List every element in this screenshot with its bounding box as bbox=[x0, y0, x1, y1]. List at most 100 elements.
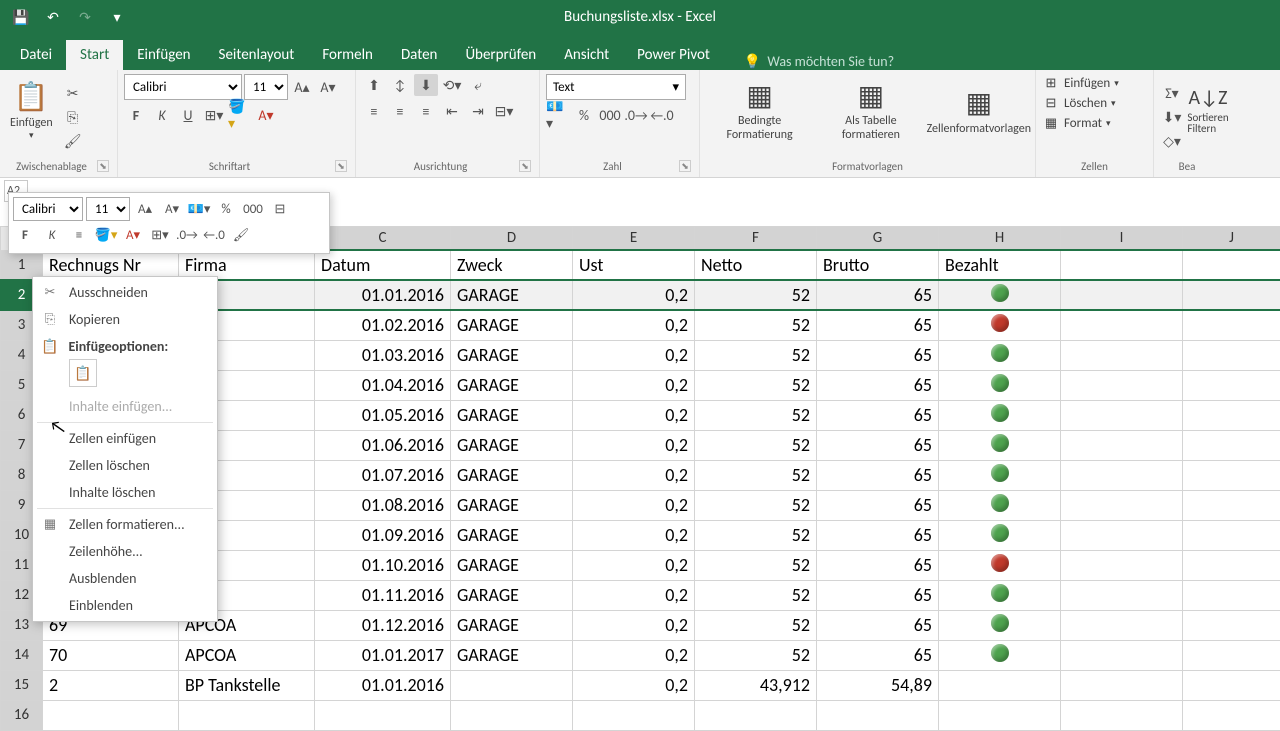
number-launcher-icon[interactable]: ⬊ bbox=[679, 160, 691, 172]
cell[interactable]: 0,2 bbox=[573, 520, 695, 550]
cell[interactable]: 52 bbox=[695, 640, 817, 670]
mini-align-icon[interactable]: ≡ bbox=[67, 224, 91, 246]
cell[interactable]: APCOA bbox=[179, 640, 315, 670]
cell[interactable]: 52 bbox=[695, 280, 817, 310]
cell[interactable] bbox=[939, 550, 1061, 580]
cell[interactable]: 01.11.2016 bbox=[315, 580, 451, 610]
cell[interactable]: 01.01.2016 bbox=[315, 670, 451, 700]
cell[interactable]: 52 bbox=[695, 310, 817, 340]
cell[interactable] bbox=[939, 670, 1061, 700]
cell[interactable] bbox=[939, 520, 1061, 550]
increase-indent-icon[interactable]: ⇥ bbox=[466, 100, 490, 122]
fill-color-button[interactable]: 🪣▾ bbox=[228, 104, 252, 126]
cell[interactable] bbox=[1183, 250, 1280, 280]
cell[interactable] bbox=[1061, 310, 1183, 340]
cell[interactable]: BP Tankstelle bbox=[179, 670, 315, 700]
cell[interactable]: 01.01.2017 bbox=[315, 640, 451, 670]
cell[interactable] bbox=[451, 670, 573, 700]
cell[interactable] bbox=[1061, 610, 1183, 640]
mini-decrease-font-icon[interactable]: A▾ bbox=[160, 198, 184, 220]
cell[interactable]: 0,2 bbox=[573, 550, 695, 580]
cell[interactable] bbox=[179, 700, 315, 730]
cell[interactable] bbox=[1183, 430, 1280, 460]
cell[interactable] bbox=[695, 700, 817, 730]
cut-button[interactable]: ✂ bbox=[61, 82, 85, 104]
mini-fill-icon[interactable]: 🪣▾ bbox=[94, 224, 118, 246]
cell[interactable] bbox=[1183, 520, 1280, 550]
tell-me-search[interactable]: 💡 Was möchten Sie tun? bbox=[744, 53, 894, 70]
cell[interactable] bbox=[1061, 550, 1183, 580]
ctx-copy[interactable]: ⎘Kopieren bbox=[33, 306, 217, 333]
align-top-icon[interactable]: ⬆ bbox=[362, 74, 386, 96]
ctx-row-height[interactable]: Zeilenhöhe... bbox=[33, 538, 217, 565]
cell[interactable] bbox=[573, 700, 695, 730]
cell[interactable]: 0,2 bbox=[573, 400, 695, 430]
tab-datei[interactable]: Datei bbox=[6, 40, 66, 70]
cell[interactable]: GARAGE bbox=[451, 490, 573, 520]
format-as-table-button[interactable]: ▦Als Tabelle formatieren bbox=[817, 74, 924, 146]
cell[interactable] bbox=[1183, 490, 1280, 520]
cell[interactable] bbox=[1061, 640, 1183, 670]
mini-borders-icon[interactable]: ⊞▾ bbox=[148, 224, 172, 246]
cell[interactable] bbox=[1061, 520, 1183, 550]
cell[interactable]: 0,2 bbox=[573, 580, 695, 610]
mini-increase-font-icon[interactable]: A▴ bbox=[133, 198, 157, 220]
cell[interactable]: 52 bbox=[695, 580, 817, 610]
italic-button[interactable]: K bbox=[150, 104, 174, 126]
font-size-select[interactable]: 11 bbox=[244, 74, 288, 100]
cell[interactable] bbox=[1061, 430, 1183, 460]
wrap-text-icon[interactable]: ⤶ bbox=[466, 74, 490, 96]
number-format-select[interactable]: Text▾ bbox=[546, 74, 686, 100]
cell[interactable] bbox=[1183, 400, 1280, 430]
cell[interactable] bbox=[1183, 280, 1280, 310]
cell[interactable]: 52 bbox=[695, 520, 817, 550]
col-header[interactable]: I bbox=[1061, 227, 1183, 251]
save-button[interactable]: 💾 bbox=[8, 4, 34, 30]
cell[interactable]: 01.07.2016 bbox=[315, 460, 451, 490]
cell[interactable]: 01.10.2016 bbox=[315, 550, 451, 580]
cell[interactable] bbox=[939, 430, 1061, 460]
qat-customize-icon[interactable]: ▾ bbox=[104, 4, 130, 30]
bold-button[interactable]: F bbox=[124, 104, 148, 126]
insert-cells-button[interactable]: ⊞Einfügen ▾ bbox=[1042, 74, 1147, 93]
ctx-unhide[interactable]: Einblenden bbox=[33, 592, 217, 619]
row-header[interactable]: 15 bbox=[1, 670, 43, 700]
cell[interactable]: 01.06.2016 bbox=[315, 430, 451, 460]
copy-button[interactable]: ⎘ bbox=[61, 106, 85, 128]
row-header[interactable]: 16 bbox=[1, 700, 43, 730]
cell[interactable]: 0,2 bbox=[573, 670, 695, 700]
col-header[interactable]: G bbox=[817, 227, 939, 251]
cell[interactable]: 65 bbox=[817, 490, 939, 520]
col-header[interactable]: H bbox=[939, 227, 1061, 251]
cell[interactable]: GARAGE bbox=[451, 310, 573, 340]
paste-button[interactable]: 📋 Einfügen ▾ bbox=[6, 74, 57, 146]
cell[interactable]: 0,2 bbox=[573, 310, 695, 340]
cell[interactable]: 65 bbox=[817, 310, 939, 340]
cell[interactable]: 0,2 bbox=[573, 430, 695, 460]
merge-button[interactable]: ⊟▾ bbox=[492, 100, 516, 122]
cell[interactable] bbox=[1061, 580, 1183, 610]
cell[interactable]: 52 bbox=[695, 370, 817, 400]
tab-daten[interactable]: Daten bbox=[387, 40, 451, 70]
cell[interactable]: 01.03.2016 bbox=[315, 340, 451, 370]
tab-ansicht[interactable]: Ansicht bbox=[550, 40, 623, 70]
conditional-format-button[interactable]: ▦Bedingte Formatierung bbox=[706, 74, 813, 146]
cell[interactable] bbox=[939, 310, 1061, 340]
table-row[interactable]: 14 70 APCOA 01.01.2017 GARAGE 0,2 52 65 bbox=[1, 640, 1280, 670]
underline-button[interactable]: U bbox=[176, 104, 200, 126]
tab-ueberpruefen[interactable]: Überprüfen bbox=[451, 40, 550, 70]
cell[interactable]: GARAGE bbox=[451, 370, 573, 400]
tab-start[interactable]: Start bbox=[66, 40, 123, 70]
cell[interactable]: Brutto bbox=[817, 250, 939, 280]
align-left-icon[interactable]: ≡ bbox=[362, 100, 386, 122]
cell[interactable] bbox=[939, 370, 1061, 400]
ctx-clear-contents[interactable]: Inhalte löschen bbox=[33, 479, 217, 506]
mini-percent-icon[interactable]: % bbox=[214, 198, 238, 220]
cell[interactable]: 70 bbox=[43, 640, 179, 670]
align-right-icon[interactable]: ≡ bbox=[414, 100, 438, 122]
cell[interactable]: GARAGE bbox=[451, 640, 573, 670]
cell[interactable]: 52 bbox=[695, 430, 817, 460]
cell[interactable] bbox=[1183, 610, 1280, 640]
tab-powerpivot[interactable]: Power Pivot bbox=[623, 40, 724, 70]
decrease-decimal-icon[interactable]: ←.0 bbox=[650, 104, 674, 126]
